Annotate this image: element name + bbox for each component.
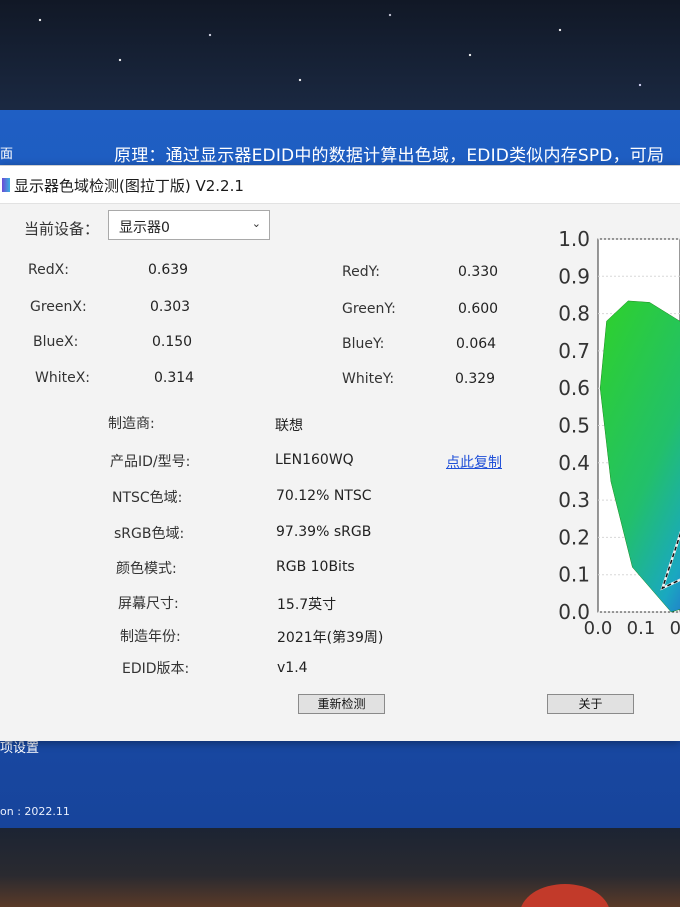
desktop-side-item[interactable]: 面 — [0, 143, 13, 162]
copy-link[interactable]: 点此复制 — [446, 452, 502, 472]
green-x-label: GreenX: — [30, 299, 87, 315]
version-text: on : 2022.11 — [0, 805, 70, 818]
window-title: 显示器色域检测(图拉丁版) V2.2.1 — [14, 177, 244, 195]
green-y-value: 0.600 — [458, 301, 499, 317]
device-label: 当前设备： — [24, 220, 100, 238]
x-tick-label: 0.0 — [584, 618, 613, 639]
chromaticity-chart: 1.00.90.80.70.60.50.40.30.20.10.0 0.0 0.1… — [558, 227, 680, 639]
white-y-label: WhiteY: — [342, 371, 395, 387]
x-axis-ticks: 0.00.10.20.3 — [584, 618, 680, 639]
product-id-value: LEN160WQ — [275, 452, 354, 468]
screen-size-value: 15.7英寸 — [277, 597, 337, 613]
ntsc-label: NTSC色域: — [112, 490, 183, 506]
y-tick-label: 0.6 — [558, 376, 590, 400]
y-tick-label: 0.4 — [558, 451, 590, 475]
chevron-down-icon: ⌄ — [251, 217, 261, 230]
ntsc-value: 70.12% NTSC — [276, 488, 372, 504]
red-x-value: 0.639 — [148, 262, 189, 278]
about-button[interactable]: 关于 — [547, 694, 634, 714]
y-tick-label: 0.7 — [558, 339, 590, 363]
blue-x-label: BlueX: — [33, 334, 79, 350]
manufacture-year-label: 制造年份: — [120, 629, 181, 645]
app-icon — [2, 178, 10, 192]
y-tick-label: 0.9 — [558, 264, 590, 288]
manufacturer-label: 制造商: — [108, 416, 155, 432]
y-tick-label: 0.1 — [558, 563, 590, 587]
x-tick-label: 0.2 — [670, 618, 680, 639]
white-x-value: 0.314 — [154, 370, 195, 386]
color-mode-value: RGB 10Bits — [276, 559, 355, 575]
color-mode-label: 颜色模式: — [116, 561, 177, 577]
plot-area — [597, 238, 680, 613]
manufacturer-value: 联想 — [275, 418, 303, 434]
y-tick-label: 1.0 — [558, 227, 590, 251]
green-x-value: 0.303 — [150, 299, 191, 315]
y-tick-label: 0.8 — [558, 302, 590, 326]
device-select-value: 显示器0 — [119, 220, 170, 236]
window-titlebar[interactable]: 显示器色域检测(图拉丁版) V2.2.1 — [0, 166, 680, 204]
blue-x-value: 0.150 — [152, 334, 193, 350]
green-y-label: GreenY: — [342, 301, 396, 317]
red-y-value: 0.330 — [458, 264, 499, 280]
y-tick-label: 0.2 — [558, 525, 590, 549]
desktop-banner-text: 原理：通过显示器EDID中的数据计算出色域，EDID类似内存SPD，可局 — [114, 146, 665, 166]
edid-version-value: v1.4 — [277, 660, 308, 676]
y-tick-label: 0.3 — [558, 488, 590, 512]
red-x-label: RedX: — [28, 262, 69, 278]
white-y-value: 0.329 — [455, 371, 496, 387]
red-y-label: RedY: — [342, 264, 381, 280]
y-axis-ticks: 1.00.90.80.70.60.50.40.30.20.10.0 — [558, 227, 590, 624]
srgb-value: 97.39% sRGB — [276, 524, 372, 540]
blue-y-label: BlueY: — [342, 336, 385, 352]
x-tick-label: 0.1 — [627, 618, 656, 639]
device-select[interactable]: 显示器0 ⌄ — [108, 210, 270, 240]
blue-y-value: 0.064 — [456, 336, 497, 352]
white-x-label: WhiteX: — [35, 370, 91, 386]
screen-size-label: 屏幕尺寸: — [118, 596, 179, 612]
y-tick-label: 0.5 — [558, 414, 590, 438]
edid-version-label: EDID版本: — [122, 661, 190, 677]
redetect-button[interactable]: 重新检测 — [298, 694, 385, 714]
manufacture-year-value: 2021年(第39周) — [277, 630, 384, 646]
product-id-label: 产品ID/型号: — [110, 454, 191, 470]
starry-wallpaper — [0, 0, 680, 120]
srgb-label: sRGB色域: — [114, 526, 185, 542]
